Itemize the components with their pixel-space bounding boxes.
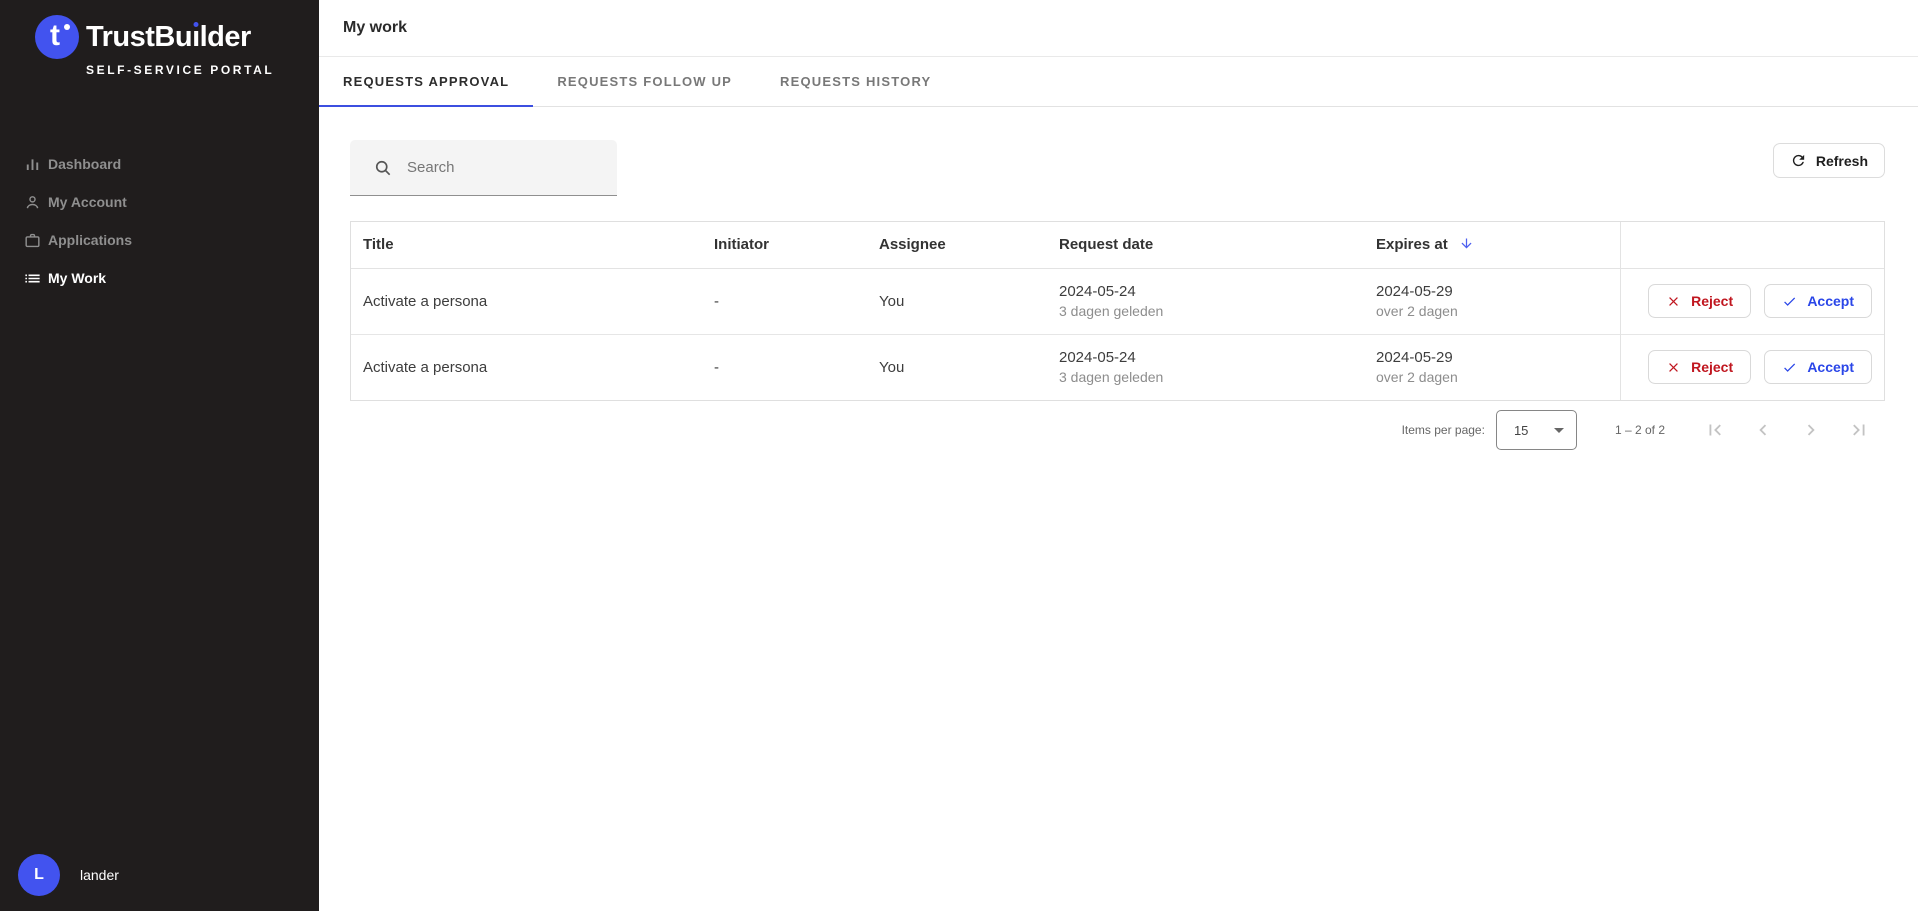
table-header-row: Title Initiator Assignee Request date Ex… xyxy=(351,222,1884,268)
sidebar-item-my-account[interactable]: My Account xyxy=(0,183,319,221)
main-area: My work REQUESTS APPROVAL REQUESTS FOLLO… xyxy=(319,0,1918,911)
request-date-relative: 3 dagen geleden xyxy=(1059,369,1364,385)
sidebar: t TrustBuılder SELF-SERVICE PORTAL Dashb… xyxy=(0,0,319,911)
refresh-icon xyxy=(1790,152,1807,169)
next-page-button[interactable] xyxy=(1787,410,1835,450)
sidebar-item-label: My Account xyxy=(48,194,127,210)
last-page-button[interactable] xyxy=(1835,410,1883,450)
brand-subtitle: SELF-SERVICE PORTAL xyxy=(86,63,309,77)
table-row: Activate a persona - You 2024-05-24 3 da… xyxy=(351,268,1884,334)
accept-button[interactable]: Accept xyxy=(1764,350,1872,384)
items-per-page-label: Items per page: xyxy=(1402,423,1485,437)
close-icon xyxy=(1666,294,1681,309)
cell-expires-at: 2024-05-29 over 2 dagen xyxy=(1364,334,1620,400)
chevron-down-icon xyxy=(1554,428,1564,433)
requests-table: Title Initiator Assignee Request date Ex… xyxy=(350,221,1885,401)
user-name: lander xyxy=(80,867,119,883)
person-icon xyxy=(23,193,42,212)
bar-chart-icon xyxy=(23,155,42,174)
cell-request-date: 2024-05-24 3 dagen geleden xyxy=(1047,334,1364,400)
expires-at-relative: over 2 dagen xyxy=(1376,303,1620,319)
first-page-button[interactable] xyxy=(1691,410,1739,450)
briefcase-icon xyxy=(23,231,42,250)
cell-title: Activate a persona xyxy=(351,268,702,334)
cell-assignee: You xyxy=(867,268,1047,334)
search-icon xyxy=(373,158,393,178)
sidebar-item-my-work[interactable]: My Work xyxy=(0,259,319,297)
items-per-page-value: 15 xyxy=(1514,423,1528,438)
reject-button[interactable]: Reject xyxy=(1648,284,1751,318)
previous-page-button[interactable] xyxy=(1739,410,1787,450)
check-icon xyxy=(1782,360,1797,375)
column-header-actions xyxy=(1620,222,1884,268)
logo-letter: t xyxy=(50,21,60,51)
check-icon xyxy=(1782,294,1797,309)
chevron-left-icon xyxy=(1752,419,1774,441)
sidebar-nav: Dashboard My Account Applications My Wor… xyxy=(0,145,319,297)
sidebar-spacer xyxy=(0,297,319,854)
accept-button[interactable]: Accept xyxy=(1764,284,1872,318)
column-header-initiator: Initiator xyxy=(702,222,867,268)
cell-actions: Reject Accept xyxy=(1620,334,1884,400)
cell-initiator: - xyxy=(702,334,867,400)
logo-dot xyxy=(64,24,70,30)
cell-expires-at: 2024-05-29 over 2 dagen xyxy=(1364,268,1620,334)
chevron-right-icon xyxy=(1800,419,1822,441)
column-header-expires-at[interactable]: Expires at xyxy=(1364,222,1620,268)
brand-logo: t TrustBuılder SELF-SERVICE PORTAL xyxy=(0,0,319,77)
table-row: Activate a persona - You 2024-05-24 3 da… xyxy=(351,334,1884,400)
request-date-relative: 3 dagen geleden xyxy=(1059,303,1364,319)
search-field[interactable] xyxy=(350,140,617,196)
search-input[interactable] xyxy=(407,159,597,176)
cell-initiator: - xyxy=(702,268,867,334)
toolbar: Refresh xyxy=(350,140,1885,196)
content: Refresh Title Initiator Assignee xyxy=(319,107,1918,452)
sidebar-item-label: Dashboard xyxy=(48,156,121,172)
list-icon xyxy=(23,269,42,288)
cell-request-date: 2024-05-24 3 dagen geleden xyxy=(1047,268,1364,334)
pagination-nav xyxy=(1691,410,1883,450)
paginator: Items per page: 15 1 – 2 of 2 xyxy=(350,408,1885,452)
page-title: My work xyxy=(343,19,407,37)
sidebar-item-applications[interactable]: Applications xyxy=(0,221,319,259)
refresh-label: Refresh xyxy=(1816,153,1868,169)
cell-title: Activate a persona xyxy=(351,334,702,400)
cell-actions: Reject Accept xyxy=(1620,268,1884,334)
page-range-label: 1 – 2 of 2 xyxy=(1615,423,1665,437)
page-header: My work xyxy=(319,0,1918,57)
column-header-title: Title xyxy=(351,222,702,268)
expires-at-relative: over 2 dagen xyxy=(1376,369,1620,385)
close-icon xyxy=(1666,360,1681,375)
brand-wordmark: TrustBuılder xyxy=(86,21,251,54)
tab-bar: REQUESTS APPROVAL REQUESTS FOLLOW UP REQ… xyxy=(319,57,1918,107)
cell-assignee: You xyxy=(867,334,1047,400)
sidebar-item-dashboard[interactable]: Dashboard xyxy=(0,145,319,183)
column-header-assignee: Assignee xyxy=(867,222,1047,268)
tab-requests-follow-up[interactable]: REQUESTS FOLLOW UP xyxy=(533,57,756,106)
tab-requests-approval[interactable]: REQUESTS APPROVAL xyxy=(319,57,533,106)
reject-button[interactable]: Reject xyxy=(1648,350,1751,384)
user-profile-chip[interactable]: L lander xyxy=(0,854,319,911)
refresh-button[interactable]: Refresh xyxy=(1773,143,1885,178)
avatar: L xyxy=(18,854,60,896)
first-page-icon xyxy=(1704,419,1726,441)
column-header-request-date: Request date xyxy=(1047,222,1364,268)
sidebar-item-label: My Work xyxy=(48,270,106,286)
sidebar-item-label: Applications xyxy=(48,232,132,248)
sort-descending-icon xyxy=(1459,236,1474,251)
tab-requests-history[interactable]: REQUESTS HISTORY xyxy=(756,57,955,106)
brand-logo-icon: t xyxy=(35,15,79,59)
last-page-icon xyxy=(1848,419,1870,441)
items-per-page-select[interactable]: 15 xyxy=(1496,410,1577,450)
